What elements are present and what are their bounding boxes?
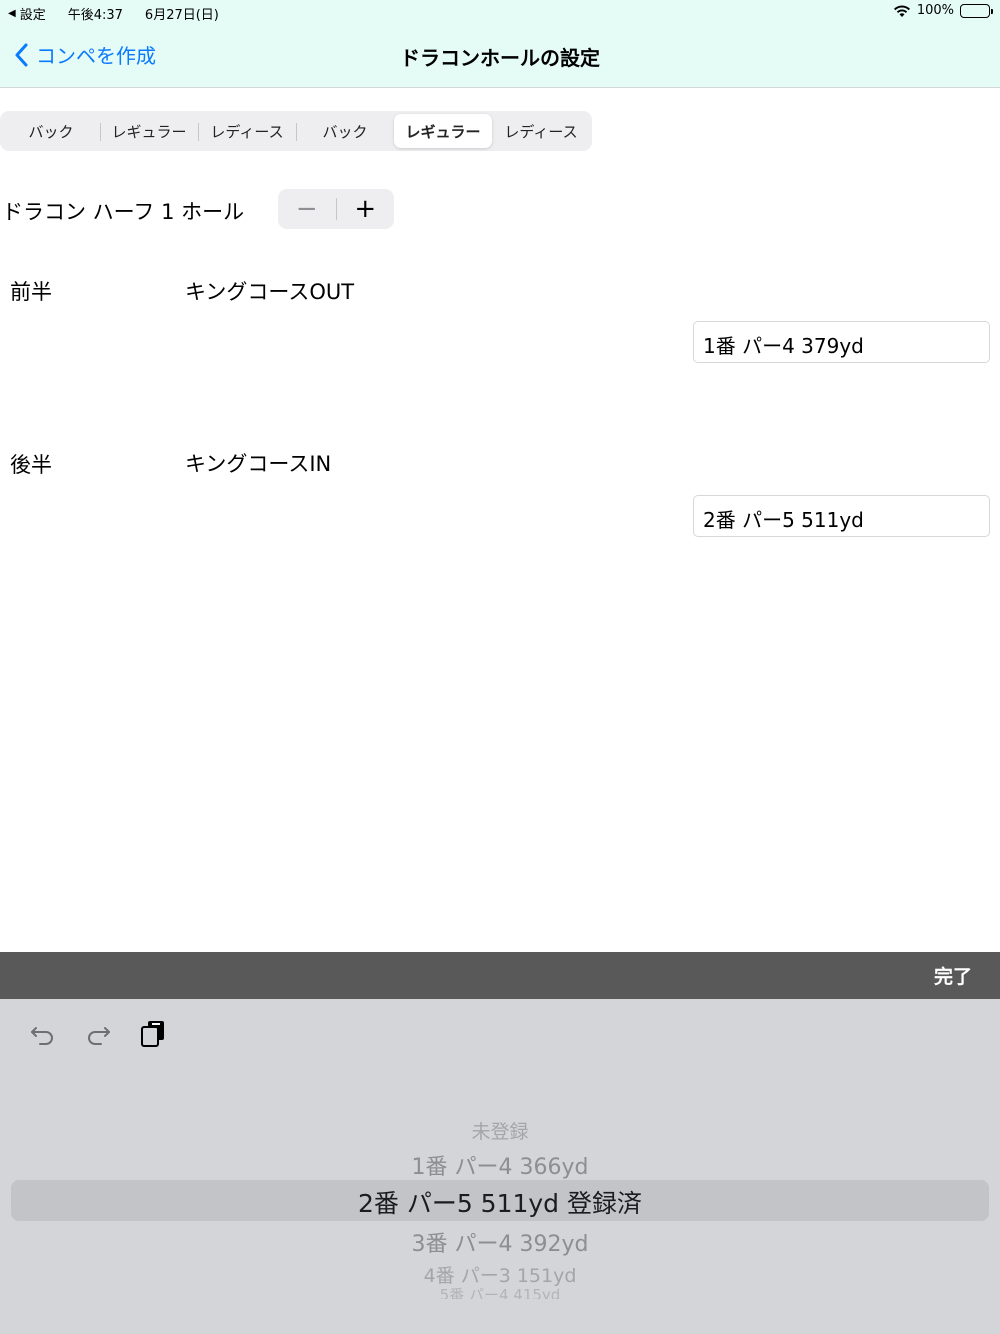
wifi-icon	[893, 4, 910, 17]
segment-regular-2[interactable]: レギュラー	[394, 114, 492, 148]
redo-icon[interactable]	[84, 1019, 112, 1047]
status-time: 午後4:37	[67, 8, 123, 23]
picker-option[interactable]: 4番 パー3 151yd	[0, 1261, 1000, 1288]
status-back-app[interactable]: 設定	[20, 4, 46, 23]
done-button[interactable]: 完了	[934, 962, 972, 989]
second-half-label: 後半	[10, 453, 52, 477]
back-to-app-icon[interactable]: ◀	[8, 8, 16, 19]
navigation-bar: ◀ 設定 午後4:37 6月27日(日) 100% コンペを作成 ドラコンホール…	[0, 0, 1000, 88]
status-bar: ◀ 設定 午後4:37 6月27日(日) 100%	[0, 0, 1000, 26]
first-half-hole-field[interactable]: 1番 パー4 379yd	[693, 321, 990, 363]
holes-stepper: − +	[278, 189, 394, 229]
undo-icon[interactable]	[29, 1019, 57, 1047]
picker-option[interactable]: 5番 パー4 415yd	[0, 1287, 1000, 1299]
second-half-hole-field[interactable]: 2番 パー5 511yd	[693, 495, 990, 537]
first-half-course: キングコースOUT	[185, 280, 355, 304]
battery-percent: 100%	[916, 3, 954, 18]
holes-per-half-label: ドラコン ハーフ 1 ホール	[2, 200, 245, 224]
page-title: ドラコンホールの設定	[400, 46, 600, 70]
battery-icon	[960, 3, 993, 18]
segment-regular-1[interactable]: レギュラー	[100, 114, 198, 148]
paste-icon[interactable]	[140, 1019, 168, 1047]
segment-back-1[interactable]: バック	[2, 114, 100, 148]
segment-back-2[interactable]: バック	[296, 114, 394, 148]
picker-option[interactable]: 未登録	[0, 1117, 1000, 1144]
input-accessory-toolbar: 完了	[0, 952, 1000, 999]
picker-keyboard: 未登録 1番 パー4 366yd 2番 パー5 511yd 登録済 3番 パー4…	[0, 999, 1000, 1334]
status-date: 6月27日(日)	[144, 8, 219, 23]
segment-ladies-1[interactable]: レディース	[198, 114, 296, 148]
second-half-course: キングコースIN	[185, 452, 332, 476]
decrement-button[interactable]: −	[278, 189, 336, 229]
tee-segmented-control: バック レギュラー レディース バック レギュラー レディース	[0, 111, 592, 151]
picker-option[interactable]: 1番 パー4 366yd	[0, 1149, 1000, 1181]
increment-button[interactable]: +	[337, 189, 395, 229]
picker-option[interactable]: 3番 パー4 392yd	[0, 1226, 1000, 1258]
picker-option-selected[interactable]: 2番 パー5 511yd 登録済	[0, 1184, 1000, 1220]
segment-ladies-2[interactable]: レディース	[492, 114, 590, 148]
first-half-label: 前半	[10, 280, 52, 304]
